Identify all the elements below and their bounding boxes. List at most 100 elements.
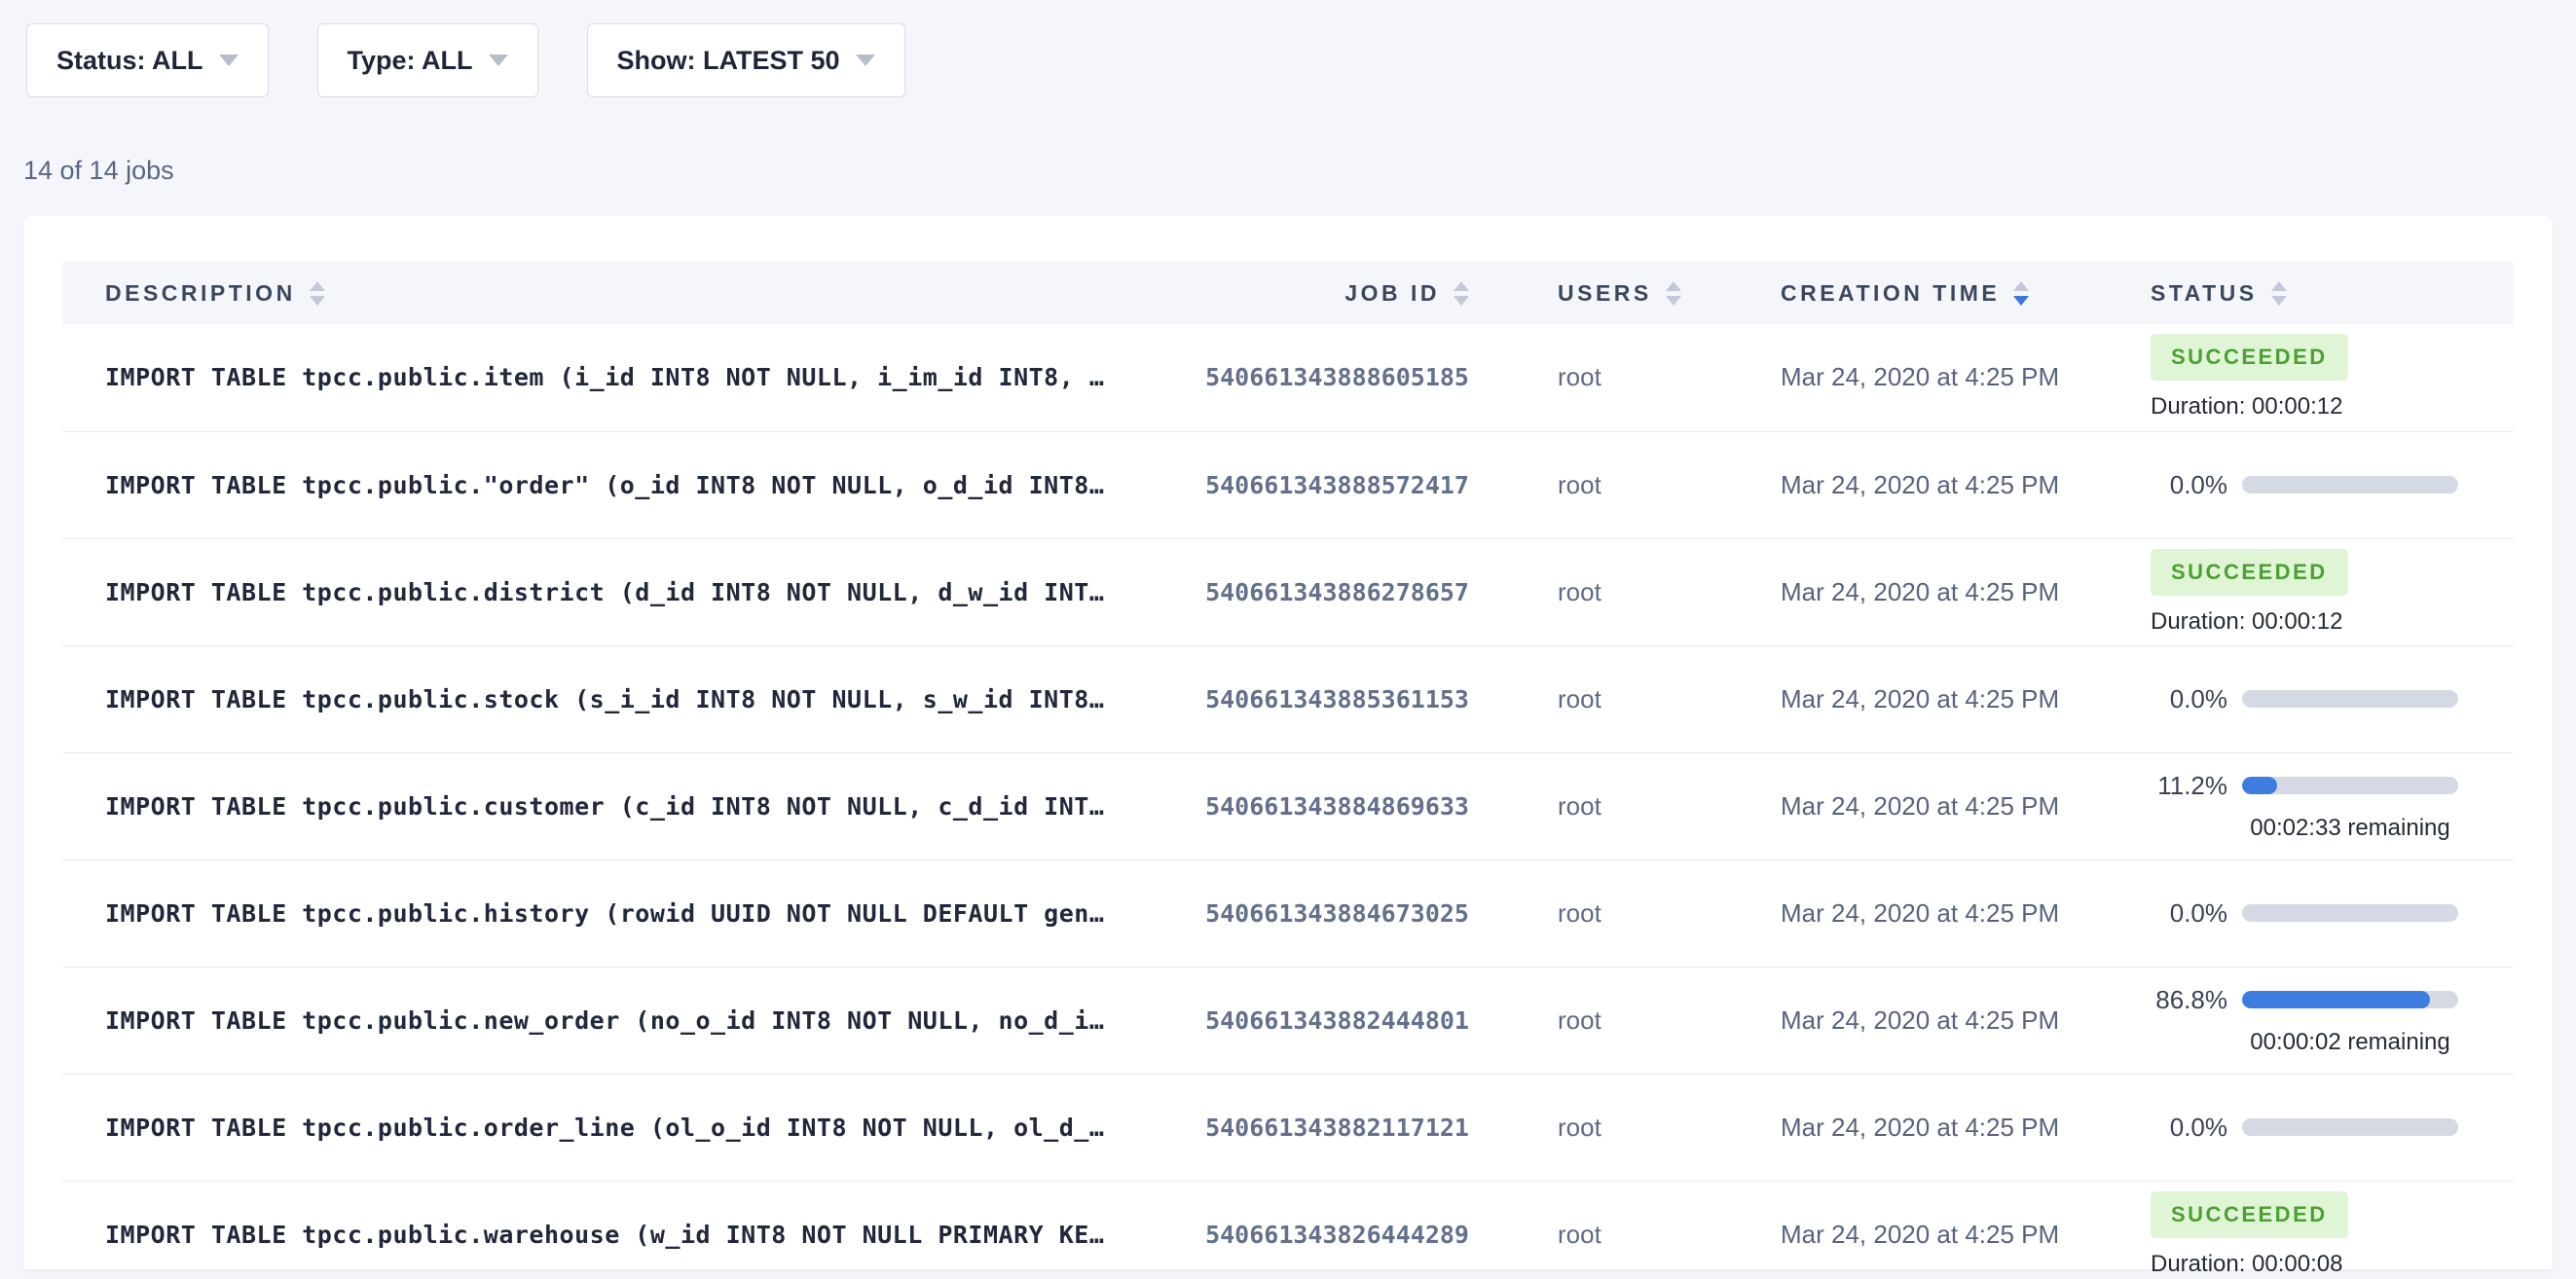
column-header-users[interactable]: USERS [1469,262,1781,324]
table-row: IMPORT TABLE tpcc.public.item (i_id INT8… [62,324,2514,431]
column-label: USERS [1558,280,1652,307]
sort-arrows-icon [2271,281,2287,306]
filters-bar: Status: ALL Type: ALL Show: LATEST 50 [23,23,2553,97]
progress-percent: 0.0% [2151,1113,2227,1143]
sort-arrows-icon [1666,281,1681,306]
job-user: root [1469,1074,1781,1181]
job-description: IMPORT TABLE tpcc.public.new_order (no_o… [105,1006,1104,1035]
jobs-table-card: DESCRIPTION JOB ID USERS [23,216,2553,1269]
status-succeeded-badge: SUCCEEDED [2151,549,2348,596]
status-duration: Duration: 00:00:12 [2151,608,2514,636]
type-filter-label: Type: ALL [348,46,473,76]
job-user: root [1469,859,1781,967]
progress-bar [2242,904,2458,922]
column-label: JOB ID [1344,280,1440,307]
column-header-creation-time[interactable]: CREATION TIME [1781,262,2151,324]
table-row: IMPORT TABLE tpcc.public.new_order (no_o… [62,967,2514,1074]
job-status: SUCCEEDED Duration: 00:00:12 [2151,549,2514,636]
chevron-down-icon [219,55,239,66]
chevron-down-icon [489,55,508,66]
progress-bar [2242,690,2458,708]
job-creation-time: Mar 24, 2020 at 4:25 PM [1781,967,2151,1074]
job-description: IMPORT TABLE tpcc.public.item (i_id INT8… [105,363,1104,391]
table-row: IMPORT TABLE tpcc.public.order_line (ol_… [62,1074,2514,1181]
job-user: root [1469,324,1781,431]
job-creation-time: Mar 24, 2020 at 4:25 PM [1781,752,2151,859]
column-label: DESCRIPTION [105,280,296,307]
table-header-row: DESCRIPTION JOB ID USERS [62,262,2514,324]
status-succeeded-badge: SUCCEEDED [2151,1191,2348,1238]
job-id-link[interactable]: 540661343888605185 [1205,363,1469,391]
chevron-down-icon [856,55,875,66]
job-status: 0.0% [2151,470,2514,500]
job-user: root [1469,645,1781,752]
job-creation-time: Mar 24, 2020 at 4:25 PM [1781,645,2151,752]
progress-percent: 11.2% [2151,771,2227,801]
job-status: 11.2% 00:02:33 remaining [2151,771,2514,842]
job-creation-time: Mar 24, 2020 at 4:25 PM [1781,1074,2151,1181]
job-id-link[interactable]: 540661343888572417 [1205,471,1469,499]
column-header-job-id[interactable]: JOB ID [1167,262,1469,324]
job-description: IMPORT TABLE tpcc.public.warehouse (w_id… [105,1221,1104,1249]
time-remaining: 00:00:02 remaining [2242,1029,2458,1056]
status-succeeded-badge: SUCCEEDED [2151,334,2348,381]
table-row: IMPORT TABLE tpcc.public.history (rowid … [62,859,2514,967]
job-id-link[interactable]: 540661343885361153 [1205,685,1469,713]
progress-bar [2242,991,2458,1008]
column-header-description[interactable]: DESCRIPTION [62,262,1167,324]
job-creation-time: Mar 24, 2020 at 4:25 PM [1781,324,2151,431]
status-duration: Duration: 00:00:08 [2151,1251,2514,1278]
job-id-link[interactable]: 540661343886278657 [1205,578,1469,606]
job-id-link[interactable]: 540661343884673025 [1205,899,1469,928]
job-status: 0.0% [2151,1113,2514,1143]
table-row: IMPORT TABLE tpcc.public.stock (s_i_id I… [62,645,2514,752]
job-status: 0.0% [2151,898,2514,929]
job-user: root [1469,431,1781,538]
show-filter-label: Show: LATEST 50 [617,46,840,76]
status-filter-label: Status: ALL [56,46,203,76]
progress-percent: 0.0% [2151,470,2227,500]
progress-bar [2242,1118,2458,1136]
status-duration: Duration: 00:00:12 [2151,393,2514,420]
job-id-link[interactable]: 540661343882117121 [1205,1114,1469,1142]
job-creation-time: Mar 24, 2020 at 4:25 PM [1781,1181,2151,1279]
sort-arrows-active-desc-icon [2013,281,2029,306]
jobs-page: Status: ALL Type: ALL Show: LATEST 50 14… [0,0,2576,1269]
job-id-link[interactable]: 540661343884869633 [1205,792,1469,821]
table-row: IMPORT TABLE tpcc.public.customer (c_id … [62,752,2514,859]
status-filter-dropdown[interactable]: Status: ALL [26,23,269,97]
job-description: IMPORT TABLE tpcc.public.order_line (ol_… [105,1114,1104,1142]
table-row: IMPORT TABLE tpcc.public.warehouse (w_id… [62,1181,2514,1279]
job-user: root [1469,538,1781,645]
job-description: IMPORT TABLE tpcc.public.customer (c_id … [105,792,1104,821]
progress-percent: 86.8% [2151,985,2227,1015]
progress-bar-fill [2242,777,2277,794]
job-status: 86.8% 00:00:02 remaining [2151,985,2514,1056]
job-user: root [1469,752,1781,859]
job-user: root [1469,1181,1781,1279]
job-description: IMPORT TABLE tpcc.public.stock (s_i_id I… [105,685,1104,713]
job-id-link[interactable]: 540661343882444801 [1205,1006,1469,1035]
progress-percent: 0.0% [2151,684,2227,714]
job-id-link[interactable]: 540661343826444289 [1205,1221,1469,1249]
sort-arrows-icon [1454,281,1469,306]
job-status: SUCCEEDED Duration: 00:00:12 [2151,334,2514,420]
jobs-count-summary: 14 of 14 jobs [23,156,2553,186]
job-description: IMPORT TABLE tpcc.public.history (rowid … [105,899,1104,928]
column-label: STATUS [2151,280,2258,307]
table-row: IMPORT TABLE tpcc.public.district (d_id … [62,538,2514,645]
type-filter-dropdown[interactable]: Type: ALL [317,23,538,97]
progress-bar [2242,777,2458,794]
table-row: IMPORT TABLE tpcc.public."order" (o_id I… [62,431,2514,538]
column-header-status[interactable]: STATUS [2151,262,2514,324]
job-status: 0.0% [2151,684,2514,714]
job-user: root [1469,967,1781,1074]
show-filter-dropdown[interactable]: Show: LATEST 50 [587,23,905,97]
time-remaining: 00:02:33 remaining [2242,815,2458,842]
sort-arrows-icon [310,281,325,306]
job-description: IMPORT TABLE tpcc.public."order" (o_id I… [105,471,1104,499]
progress-bar-fill [2242,991,2430,1008]
progress-bar [2242,476,2458,493]
progress-percent: 0.0% [2151,898,2227,929]
job-creation-time: Mar 24, 2020 at 4:25 PM [1781,859,2151,967]
